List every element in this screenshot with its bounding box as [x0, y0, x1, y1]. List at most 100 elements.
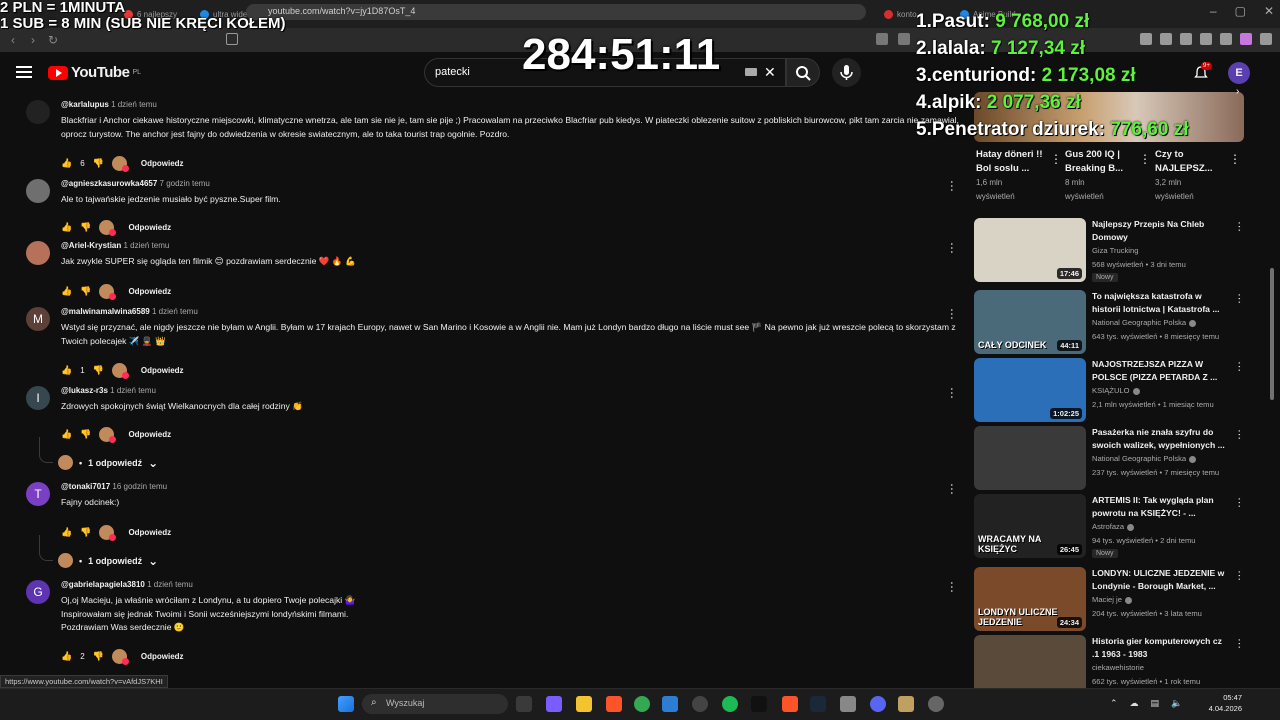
reply-button[interactable]: Odpowiedz	[128, 430, 171, 439]
url-field[interactable]: youtube.com/watch?v=jy1D87OsT_4	[246, 4, 866, 20]
profile-ext-icon[interactable]	[1240, 33, 1252, 45]
video-channel[interactable]: KSIĄŻULO	[1092, 386, 1140, 395]
chevron-right-icon[interactable]: ›	[1236, 86, 1239, 97]
chrome-icon[interactable]	[634, 696, 650, 712]
like-icon[interactable]: 👍	[61, 365, 72, 376]
comment-time[interactable]: 16 godzin temu	[112, 482, 167, 491]
video-thumbnail[interactable]: LONDYN ULICZNE JEDZENIE 24:34	[974, 567, 1086, 631]
video-channel[interactable]: Giza Trucking	[1092, 246, 1138, 255]
copilot-icon[interactable]	[546, 696, 562, 712]
taskbar-clock[interactable]: 05:47 4.04.2026	[1206, 692, 1242, 714]
comment-menu-icon[interactable]: ⋯	[945, 387, 959, 399]
video-channel[interactable]: Astrofaza	[1092, 522, 1135, 531]
dislike-icon[interactable]: 👎	[80, 429, 91, 440]
comment-author[interactable]: @tonaki7017	[61, 482, 110, 491]
like-icon[interactable]: 👍	[61, 527, 72, 538]
settings-icon[interactable]	[1200, 33, 1212, 45]
comment-author[interactable]: @gabrielapagiela3810	[61, 580, 145, 589]
video-menu-icon[interactable]: ⋯	[1233, 429, 1246, 440]
dislike-icon[interactable]: 👎	[93, 365, 104, 376]
account-avatar[interactable]: E	[1228, 62, 1250, 84]
short-video[interactable]: Czy to NAJLEPSZ... 3,2 mln wyświetleń	[1155, 148, 1233, 204]
comment-menu-icon[interactable]: ⋯	[945, 483, 959, 495]
comment-menu-icon[interactable]: ⋯	[945, 180, 959, 192]
like-icon[interactable]: 👍	[61, 158, 72, 169]
recommended-video[interactable]: 1:02:25 NAJOSTRZEJSZA PIZZA W POLSCE (PIZ…	[974, 358, 1246, 422]
reply-button[interactable]: Odpowiedz	[128, 528, 171, 537]
video-thumbnail[interactable]: 1:02:25	[974, 358, 1086, 422]
obs-icon[interactable]	[692, 696, 708, 712]
comment-time[interactable]: 7 godzin temu	[160, 179, 210, 188]
video-thumbnail[interactable]: 17:46	[974, 218, 1086, 282]
video-menu-icon[interactable]: ⋯	[1233, 570, 1246, 581]
video-channel[interactable]: ciekawehistorie	[1092, 663, 1144, 672]
video-channel[interactable]: National Geographic Polska	[1092, 454, 1197, 463]
comment-time[interactable]: 1 dzień temu	[152, 307, 198, 316]
store-icon[interactable]	[662, 696, 678, 712]
video-menu-icon[interactable]: ⋯	[1233, 293, 1246, 304]
back-icon[interactable]: ‹	[6, 33, 20, 47]
forward-icon[interactable]: ›	[26, 33, 40, 47]
video-channel[interactable]: Maciej je	[1092, 595, 1132, 604]
network-icon[interactable]: ▤	[1151, 698, 1160, 709]
reload-icon[interactable]: ↻	[46, 33, 60, 47]
dislike-icon[interactable]: 👎	[80, 527, 91, 538]
bookmark-icon[interactable]	[226, 33, 238, 45]
comment-author[interactable]: @Ariel-Krystian	[61, 241, 121, 250]
show-replies-button[interactable]: • 1 odpowiedź ⌄	[58, 455, 158, 470]
hamburger-menu-icon[interactable]	[16, 66, 32, 78]
app-icon[interactable]	[898, 696, 914, 712]
video-menu-icon[interactable]: ⋯	[1233, 361, 1246, 372]
dislike-icon[interactable]: 👎	[80, 222, 91, 233]
video-menu-icon[interactable]: ⋯	[1233, 638, 1246, 649]
recommended-video[interactable]: CAŁY ODCINEK 44:11 To największa katastrof…	[974, 290, 1246, 354]
recommended-video[interactable]: Historia gier komputerowych cz .1 1963 -…	[974, 635, 1246, 699]
video-menu-icon[interactable]: ⋯	[1233, 221, 1246, 232]
comment-time[interactable]: 1 dzień temu	[124, 241, 170, 250]
close-window-icon[interactable]: ✕	[1264, 4, 1274, 18]
voice-search-button[interactable]	[832, 58, 861, 87]
comment-avatar[interactable]: M	[26, 307, 50, 331]
comment-avatar[interactable]	[26, 179, 50, 203]
comment-author[interactable]: @karlalupus	[61, 100, 109, 109]
comment-author[interactable]: @agnieszkasurowka4657	[61, 179, 157, 188]
comment-avatar[interactable]: T	[26, 482, 50, 506]
youtube-logo[interactable]: YouTube PL	[48, 64, 141, 81]
chevron-up-icon[interactable]: ⌃	[1110, 698, 1118, 709]
comment-time[interactable]: 1 dzień temu	[111, 100, 157, 109]
share-icon[interactable]	[898, 33, 910, 45]
brave-beta-icon[interactable]	[782, 696, 798, 712]
menu-dots-icon[interactable]	[1260, 33, 1272, 45]
comment-author[interactable]: @malwinamalwina6589	[61, 307, 150, 316]
discord-icon[interactable]	[870, 696, 886, 712]
settings-gear-icon[interactable]	[928, 696, 944, 712]
recommended-video[interactable]: LONDYN ULICZNE JEDZENIE 24:34 LONDYN: ULIC…	[974, 567, 1246, 631]
reply-button[interactable]: Odpowiedz	[128, 223, 171, 232]
recommended-video[interactable]: 17:46 Najlepszy Przepis Na Chleb Domowy Gi…	[974, 218, 1246, 282]
spotify-icon[interactable]	[722, 696, 738, 712]
comment-avatar[interactable]	[26, 100, 50, 124]
minimize-icon[interactable]: –	[1210, 4, 1217, 18]
short-video[interactable]: Hatay döneri !! Bol soslu ... 1,6 mln wyśw…	[976, 148, 1054, 204]
recommended-video[interactable]: WRACAMY NA KSIĘŻYC 26:45 ARTEMIS II: Tak w…	[974, 494, 1245, 558]
reply-button[interactable]: Odpowiedz	[141, 159, 184, 168]
reply-button[interactable]: Odpowiedz	[141, 652, 184, 661]
keyboard-icon[interactable]	[745, 68, 757, 76]
file-explorer-icon[interactable]	[576, 696, 592, 712]
video-thumbnail[interactable]: CAŁY ODCINEK 44:11	[974, 290, 1086, 354]
short-video[interactable]: Gus 200 IQ | Breaking B... 8 mln wyświetle…	[1065, 148, 1143, 204]
volume-icon[interactable]: 🔈	[1171, 698, 1182, 709]
comment-time[interactable]: 1 dzień temu	[110, 386, 156, 395]
like-icon[interactable]: 👍	[61, 651, 72, 662]
start-icon[interactable]	[338, 696, 354, 712]
video-thumbnail[interactable]	[974, 426, 1086, 490]
bell-icon[interactable]	[1220, 33, 1232, 45]
video-channel[interactable]: National Geographic Polska	[1092, 318, 1197, 327]
reply-button[interactable]: Odpowiedz	[141, 366, 184, 375]
comment-avatar[interactable]	[26, 241, 50, 265]
taskview-icon[interactable]	[516, 696, 532, 712]
comment-menu-icon[interactable]: ⋯	[945, 308, 959, 320]
comment-menu-icon[interactable]: ⋯	[945, 242, 959, 254]
tiktok-icon[interactable]	[751, 696, 767, 712]
steam-icon[interactable]	[810, 696, 826, 712]
